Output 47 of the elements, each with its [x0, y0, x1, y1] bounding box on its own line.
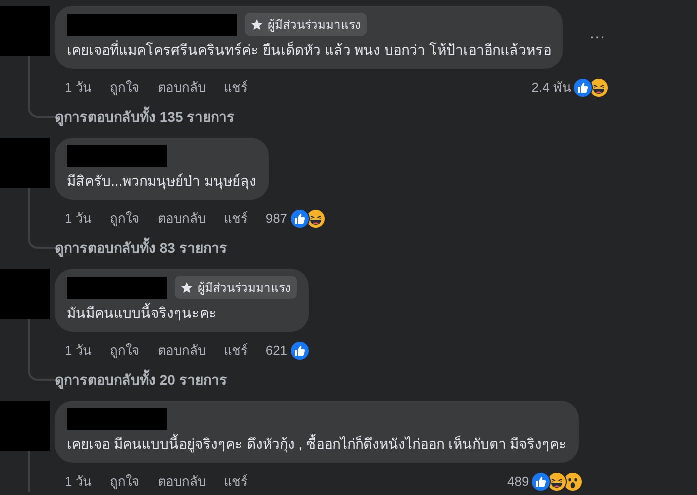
- like-icon: [290, 340, 310, 360]
- comment-time: 1 วัน: [65, 342, 92, 360]
- view-replies-link[interactable]: ดูการตอบกลับทั้ง 135 รายการ: [55, 106, 236, 128]
- action-link[interactable]: ถูกใจ: [110, 340, 140, 361]
- action-link[interactable]: ตอบกลับ: [158, 340, 206, 361]
- action-link[interactable]: ถูกใจ: [110, 77, 140, 98]
- like-icon: [290, 208, 310, 228]
- action-link[interactable]: แชร์: [224, 340, 248, 361]
- action-link[interactable]: ถูกใจ: [110, 208, 140, 229]
- reaction-count[interactable]: 2.4 พัน: [532, 77, 572, 98]
- thread-line: [28, 188, 56, 249]
- action-link[interactable]: ตอบกลับ: [158, 471, 206, 492]
- redacted-avatar: [0, 138, 50, 188]
- laughing-face-icon: [306, 208, 326, 228]
- action-link[interactable]: แชร์: [224, 77, 248, 98]
- view-replies-link[interactable]: ดูการตอบกลับทั้ง 20 รายการ: [55, 369, 228, 391]
- thread-line: [28, 319, 56, 381]
- comment-time: 1 วัน: [65, 210, 92, 228]
- comment-time: 1 วัน: [65, 79, 92, 97]
- action-link[interactable]: ตอบกลับ: [158, 77, 206, 98]
- like-icon: [531, 472, 552, 492]
- comment-text: มันมีคนแบบนี้จริงๆนะคะ: [67, 303, 218, 323]
- comment-text: เคยเจอที่แมคโครศรีนครินทร์ค่ะ ยืนเด็ดหัว แล้ว พนง บอกว่า โห้ป้าเอาอีกแล้วหรอ: [67, 40, 552, 60]
- redacted-avatar: [0, 269, 50, 319]
- action-link[interactable]: แชร์: [224, 208, 248, 229]
- view-replies-link[interactable]: ดูการตอบกลับทั้ง 83 รายการ: [55, 237, 228, 259]
- laughing-face-icon: [589, 78, 610, 98]
- reaction-count[interactable]: 987: [266, 211, 288, 226]
- star-icon: [181, 282, 193, 294]
- comment-text: เคยเจอ มีคนแบบนี้อยู่จริงๆคะ ดึงหัวกุ้ง , ซื้ออกไก่ก็ดึงหนังไก่ออก เห็นกับตา มีจริงๆคะ: [67, 434, 568, 454]
- more-options-button[interactable]: ···: [589, 28, 606, 46]
- redacted-avatar: [0, 401, 50, 451]
- laughing-face-icon: [547, 472, 568, 492]
- redacted-avatar: [0, 6, 50, 56]
- action-link[interactable]: แชร์: [224, 471, 248, 492]
- surprised-face-icon: [563, 472, 584, 492]
- top-fan-badge: ผู้มีส่วนร่วมมาแรง: [175, 276, 297, 299]
- action-link[interactable]: ตอบกลับ: [158, 208, 206, 229]
- action-link[interactable]: ถูกใจ: [110, 471, 140, 492]
- star-icon: [251, 18, 263, 30]
- reaction-count[interactable]: 489: [508, 474, 530, 489]
- thread-line: [28, 56, 56, 118]
- comment-text: มีสิครับ...พวกมนุษย์ป่า มนุษย์ลุง: [67, 172, 257, 191]
- top-fan-badge: ผู้มีส่วนร่วมมาแรง: [245, 13, 367, 36]
- like-icon: [573, 78, 594, 98]
- comment-time: 1 วัน: [65, 473, 92, 491]
- reaction-count[interactable]: 621: [266, 343, 288, 358]
